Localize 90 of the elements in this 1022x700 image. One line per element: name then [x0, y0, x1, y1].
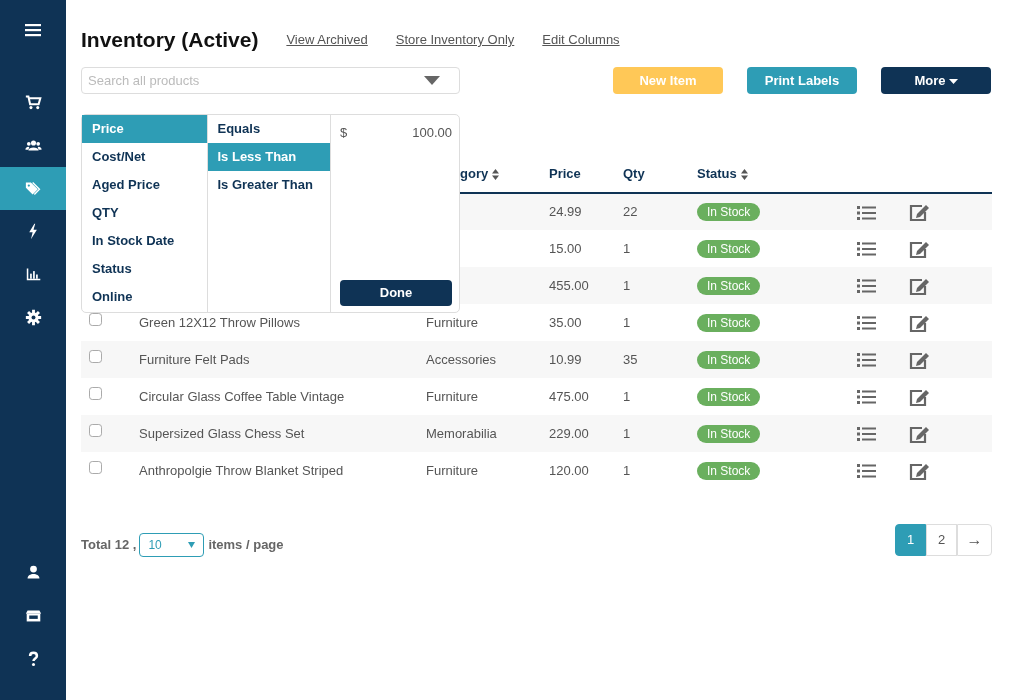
- price-text: 475.00: [549, 388, 589, 404]
- edit-icon[interactable]: [909, 239, 930, 259]
- row-checkbox[interactable]: [89, 423, 102, 437]
- product-name: Supersized Glass Chess Set: [139, 425, 305, 441]
- settings-icon[interactable]: [24, 309, 42, 326]
- column-header[interactable]: gory: [460, 166, 489, 182]
- status-pill: In Stock: [697, 276, 761, 295]
- edit-icon[interactable]: [909, 203, 930, 223]
- header-link[interactable]: Store Inventory Only: [395, 30, 515, 50]
- chart-icon[interactable]: [24, 266, 42, 283]
- column-header: Price: [549, 166, 581, 182]
- quantity-text: 1: [623, 388, 631, 404]
- filter-option[interactable]: Equals: [207, 115, 330, 143]
- price-text: 229.00: [549, 425, 589, 441]
- edit-icon[interactable]: [909, 424, 930, 444]
- filter-option[interactable]: Status: [82, 255, 207, 283]
- product-name: Green 12X12 Throw Pillows: [139, 314, 300, 330]
- category-text: Furniture: [426, 462, 479, 478]
- price-text: 10.99: [549, 351, 582, 367]
- product-name: Furniture Felt Pads: [139, 351, 250, 367]
- quantity-text: 1: [623, 462, 631, 478]
- store-icon[interactable]: [24, 607, 42, 624]
- edit-icon[interactable]: [909, 387, 930, 407]
- edit-icon[interactable]: [909, 276, 930, 296]
- quantity-text: 1: [623, 240, 631, 256]
- quantity-text: 22: [623, 204, 638, 220]
- filter-option[interactable]: Cost/Net: [82, 143, 207, 171]
- header-link[interactable]: Edit Columns: [542, 30, 620, 50]
- price-text: 15.00: [549, 240, 582, 256]
- per-page-label: items / page: [208, 536, 284, 555]
- search-field[interactable]: Search all products: [81, 67, 460, 94]
- page-title: Inventory (Active): [81, 27, 259, 53]
- list-icon[interactable]: [857, 463, 876, 480]
- action-button[interactable]: More: [881, 67, 991, 94]
- row-checkbox[interactable]: [89, 460, 102, 474]
- row-checkbox[interactable]: [89, 386, 102, 400]
- list-icon[interactable]: [857, 204, 876, 221]
- currency-symbol: $: [340, 124, 348, 142]
- list-icon[interactable]: [857, 278, 876, 295]
- filter-option[interactable]: Is Greater Than: [207, 171, 330, 199]
- quantity-text: 35: [623, 351, 638, 367]
- filter-option[interactable]: Online: [82, 283, 207, 311]
- caret-icon[interactable]: [424, 76, 440, 85]
- category-text: Accessories: [426, 351, 497, 367]
- tag-icon[interactable]: [24, 180, 42, 197]
- filter-option[interactable]: Aged Price: [82, 171, 207, 199]
- sort-icon[interactable]: [492, 169, 500, 181]
- cart-icon[interactable]: [24, 94, 42, 111]
- column-header[interactable]: Status: [697, 166, 737, 182]
- header-link[interactable]: View Archived: [286, 30, 368, 50]
- price-text: 35.00: [549, 314, 582, 330]
- status-pill: In Stock: [697, 387, 761, 406]
- quantity-text: 1: [623, 277, 631, 293]
- price-text: 455.00: [549, 277, 589, 293]
- quantity-text: 1: [623, 314, 631, 330]
- status-pill: In Stock: [697, 350, 761, 369]
- sidebar-item[interactable]: [0, 167, 66, 210]
- total-count: Total 12 ,: [81, 536, 137, 555]
- status-pill: In Stock: [697, 424, 761, 443]
- filter-option[interactable]: In Stock Date: [82, 227, 207, 255]
- status-pill: In Stock: [697, 203, 761, 222]
- product-name: Anthropolgie Throw Blanket Striped: [139, 462, 344, 478]
- status-pill: In Stock: [697, 313, 761, 332]
- done-button[interactable]: Done: [340, 280, 452, 306]
- users-icon[interactable]: [24, 137, 42, 154]
- sort-icon[interactable]: [740, 169, 748, 181]
- list-icon[interactable]: [857, 315, 876, 332]
- next-page-button[interactable]: →: [957, 524, 992, 556]
- category-text: Memorabilia: [426, 425, 497, 441]
- status-pill: In Stock: [697, 461, 761, 480]
- edit-icon[interactable]: [909, 313, 930, 333]
- edit-icon[interactable]: [909, 350, 930, 370]
- caret-icon: [188, 542, 196, 548]
- column-header: Qty: [623, 166, 645, 182]
- row-checkbox[interactable]: [89, 349, 102, 363]
- list-icon[interactable]: [857, 389, 876, 406]
- status-pill: In Stock: [697, 239, 761, 258]
- price-text: 24.99: [549, 204, 582, 220]
- list-icon[interactable]: [857, 426, 876, 443]
- caret-icon: [948, 78, 958, 84]
- category-text: Furniture: [426, 314, 479, 330]
- page-button[interactable]: 2: [926, 524, 957, 556]
- price-text: 120.00: [549, 462, 589, 478]
- filter-option[interactable]: QTY: [82, 199, 207, 227]
- product-name: Circular Glass Coffee Table Vintage: [139, 388, 345, 404]
- category-text: Furniture: [426, 388, 479, 404]
- list-icon[interactable]: [857, 241, 876, 258]
- edit-icon[interactable]: [909, 461, 930, 481]
- quantity-text: 1: [623, 425, 631, 441]
- list-icon[interactable]: [857, 352, 876, 369]
